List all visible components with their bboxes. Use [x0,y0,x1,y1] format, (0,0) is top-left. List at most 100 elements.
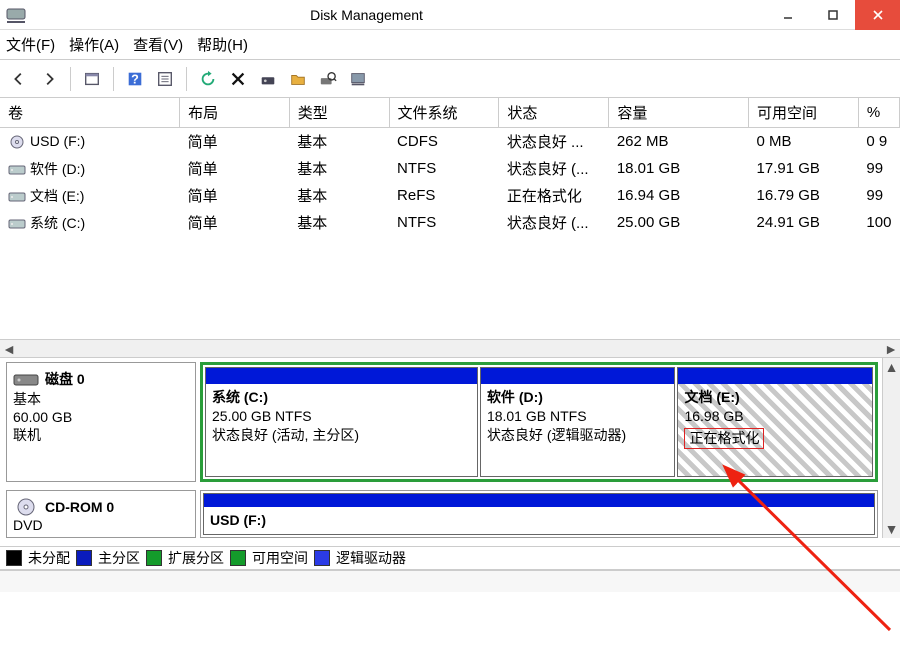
disc-icon [8,135,26,149]
scroll-right-icon[interactable]: ► [884,342,898,356]
volume-free: 0 MB [749,128,859,156]
cdrom-type: DVD [13,517,189,533]
partition-c-bar [206,368,477,384]
volume-layout: 简单 [180,182,290,209]
partition-c[interactable]: 系统 (C:) 25.00 GB NTFS 状态良好 (活动, 主分区) [205,367,478,477]
legend-freespace-swatch [230,550,246,566]
open-folder-button[interactable] [285,66,311,92]
legend-unalloc-swatch [6,550,22,566]
properties-button[interactable] [152,66,178,92]
volume-layout: 简单 [180,128,290,156]
volume-status: 正在格式化 [499,182,609,209]
legend-logical-swatch [314,550,330,566]
volume-name: 软件 (D:) [30,161,85,177]
refresh-button[interactable] [195,66,221,92]
partition-d[interactable]: 软件 (D:) 18.01 GB NTFS 状态良好 (逻辑驱动器) [480,367,676,477]
legend-primary: 主分区 [98,548,140,568]
volume-fs: NTFS [389,155,499,182]
close-button[interactable] [855,0,900,30]
disk-0-name: 磁盘 0 [45,369,85,389]
delete-button[interactable] [225,66,251,92]
legend-primary-swatch [76,550,92,566]
volume-layout: 简单 [180,209,290,236]
menu-action[interactable]: 操作(A) [69,34,119,55]
window-title: Disk Management [28,7,765,23]
volume-pct: 100 [858,209,899,236]
scroll-down-icon[interactable]: ▼ [885,522,899,536]
legend-logical: 逻辑驱动器 [336,548,406,568]
partition-e-status: 正在格式化 [684,428,764,449]
table-row[interactable]: 软件 (D:)简单基本NTFS状态良好 (...18.01 GB17.91 GB… [0,155,900,182]
manage-disk-button[interactable] [345,66,371,92]
minimize-button[interactable] [765,0,810,30]
table-row[interactable]: USD (F:)简单基本CDFS状态良好 ...262 MB0 MB0 9 [0,128,900,156]
partition-f-title: USD (F:) [210,512,266,528]
help-button[interactable]: ? [122,66,148,92]
horizontal-scrollbar[interactable]: ◄ ► [0,339,900,357]
partition-e-size: 16.98 GB [684,408,743,424]
search-disk-button[interactable] [315,66,341,92]
volume-fs: CDFS [389,128,499,156]
disk-0-label[interactable]: 磁盘 0 基本 60.00 GB 联机 [6,362,196,482]
maximize-button[interactable] [810,0,855,30]
cdrom-row: CD-ROM 0 DVD USD (F:) [6,490,878,538]
disk-settings-button[interactable] [255,66,281,92]
disk-0-state: 联机 [13,425,189,445]
partition-c-title: 系统 (C:) [212,389,268,405]
table-header-row: 卷 布局 类型 文件系统 状态 容量 可用空间 % [0,98,900,128]
col-capacity[interactable]: 容量 [609,98,749,128]
partition-f[interactable]: USD (F:) [203,493,875,535]
volume-capacity: 16.94 GB [609,182,749,209]
volume-fs: ReFS [389,182,499,209]
drive-icon [8,190,26,204]
svg-text:?: ? [131,72,139,86]
vertical-scrollbar[interactable]: ▲ ▼ [882,358,900,538]
volume-type: 基本 [289,155,389,182]
partition-c-status: 状态良好 (活动, 主分区) [212,427,359,443]
volume-status: 状态良好 (... [499,209,609,236]
col-pct[interactable]: % [858,98,899,128]
partition-d-title: 软件 (D:) [487,389,543,405]
volume-fs: NTFS [389,209,499,236]
cdrom-partitions: USD (F:) [200,490,878,538]
volume-type: 基本 [289,209,389,236]
table-row[interactable]: 系统 (C:)简单基本NTFS状态良好 (...25.00 GB24.91 GB… [0,209,900,236]
scroll-up-icon[interactable]: ▲ [885,360,899,374]
legend-extended: 扩展分区 [168,548,224,568]
col-volume[interactable]: 卷 [0,98,180,128]
volume-name: 文档 (E:) [30,188,84,204]
disk-graphical-view: ▲ ▼ 磁盘 0 基本 60.00 GB 联机 系统 (C:) 25.00 GB… [0,358,900,538]
disk-0-partitions: 系统 (C:) 25.00 GB NTFS 状态良好 (活动, 主分区) 软件 … [200,362,878,482]
show-hide-console-button[interactable] [79,66,105,92]
volume-type: 基本 [289,182,389,209]
disk-row-0: 磁盘 0 基本 60.00 GB 联机 系统 (C:) 25.00 GB NTF… [6,362,878,482]
legend-extended-swatch [146,550,162,566]
menu-file[interactable]: 文件(F) [6,34,55,55]
col-layout[interactable]: 布局 [180,98,290,128]
volume-free: 24.91 GB [749,209,859,236]
cdrom-label[interactable]: CD-ROM 0 DVD [6,490,196,538]
forward-button[interactable] [36,66,62,92]
disk-0-size: 60.00 GB [13,409,189,425]
legend: 未分配 主分区 扩展分区 可用空间 逻辑驱动器 [0,546,900,570]
col-fs[interactable]: 文件系统 [389,98,499,128]
volume-pct: 99 [858,155,899,182]
titlebar: Disk Management [0,0,900,30]
table-row[interactable]: 文档 (E:)简单基本ReFS正在格式化16.94 GB16.79 GB99 [0,182,900,209]
partition-c-size: 25.00 GB NTFS [212,408,312,424]
volume-status: 状态良好 ... [499,128,609,156]
col-status[interactable]: 状态 [499,98,609,128]
partition-e-title: 文档 (E:) [684,389,739,405]
hdd-icon [13,369,39,389]
volume-pct: 99 [858,182,899,209]
menu-help[interactable]: 帮助(H) [197,34,248,55]
col-type[interactable]: 类型 [289,98,389,128]
legend-freespace: 可用空间 [252,548,308,568]
menu-view[interactable]: 查看(V) [133,34,183,55]
partition-e[interactable]: 文档 (E:) 16.98 GB 正在格式化 [677,367,873,477]
back-button[interactable] [6,66,32,92]
scroll-left-icon[interactable]: ◄ [2,342,16,356]
col-free[interactable]: 可用空间 [749,98,859,128]
volume-type: 基本 [289,128,389,156]
cdrom-icon [13,497,39,517]
